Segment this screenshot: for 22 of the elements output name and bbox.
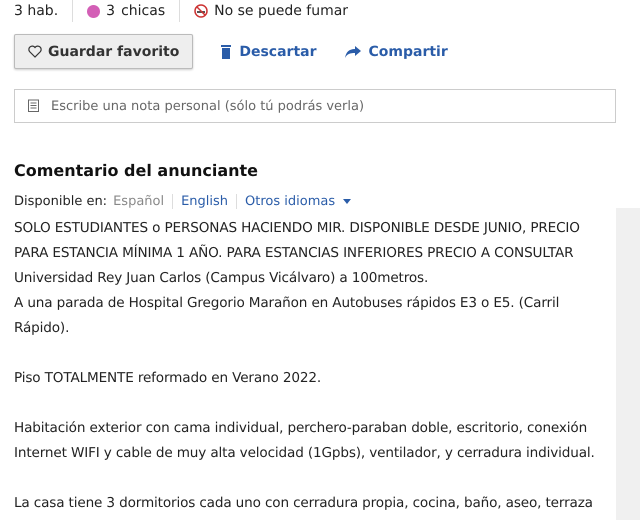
description-paragraph: SOLO ESTUDIANTES o PERSONAS HACIENDO MIR. DISPONIBLE DESDE JUNIO, PRECIO PARA ESTANCIA MÍNIMA 1 AÑO. PARA ESTANCIAS INFERIORES PRECIO A CONSULTAR Universidad Rey Juan Carlos (Campus Vicálvaro) a 100metros. A una parada de Hospital Gregorio Marañon en Autobuses rápidos E3 o E5. (Carril Rápido).: [14, 219, 581, 338]
feature-text: No se puede fumar: [214, 3, 348, 19]
note-field[interactable]: Escribe una nota personal (sólo tú podrás verla): [14, 89, 616, 123]
count-text: 3: [106, 3, 116, 19]
share-arrow-icon: [344, 46, 361, 58]
discard-link[interactable]: Descartar: [221, 44, 317, 60]
languages-label: Disponible en:: [14, 194, 108, 208]
feature-text: chicas: [121, 3, 166, 19]
language-link[interactable]: Español: [107, 194, 172, 208]
description-paragraph: Habitación exterior con cama individual, perchero-paraban doble, escritorio, conexión Internet WIFI y cable de muy alta velocidad (1Gpbs), ventilador, y cerradura individual.: [14, 419, 596, 463]
no-smoking-icon: [194, 4, 208, 18]
dot-icon: [87, 4, 100, 18]
section-heading: Comentario del anunciante: [14, 161, 260, 180]
favorite-button[interactable]: Guardar favorito: [14, 34, 194, 69]
feature-text: 3 hab.: [14, 3, 58, 19]
language-link[interactable]: English: [172, 194, 236, 208]
language-link[interactable]: Otros idiomas: [236, 194, 360, 208]
description-paragraph: La casa tiene 3 dormitorios cada uno con cerradura propia, cocina, baño, aseo, terraza: [14, 494, 594, 513]
share-link[interactable]: Compartir: [344, 44, 448, 60]
description-paragraph: Piso TOTALMENTE reformado en Verano 2022.: [14, 369, 322, 388]
heart-icon: [28, 45, 42, 58]
trash-icon: [221, 44, 232, 58]
